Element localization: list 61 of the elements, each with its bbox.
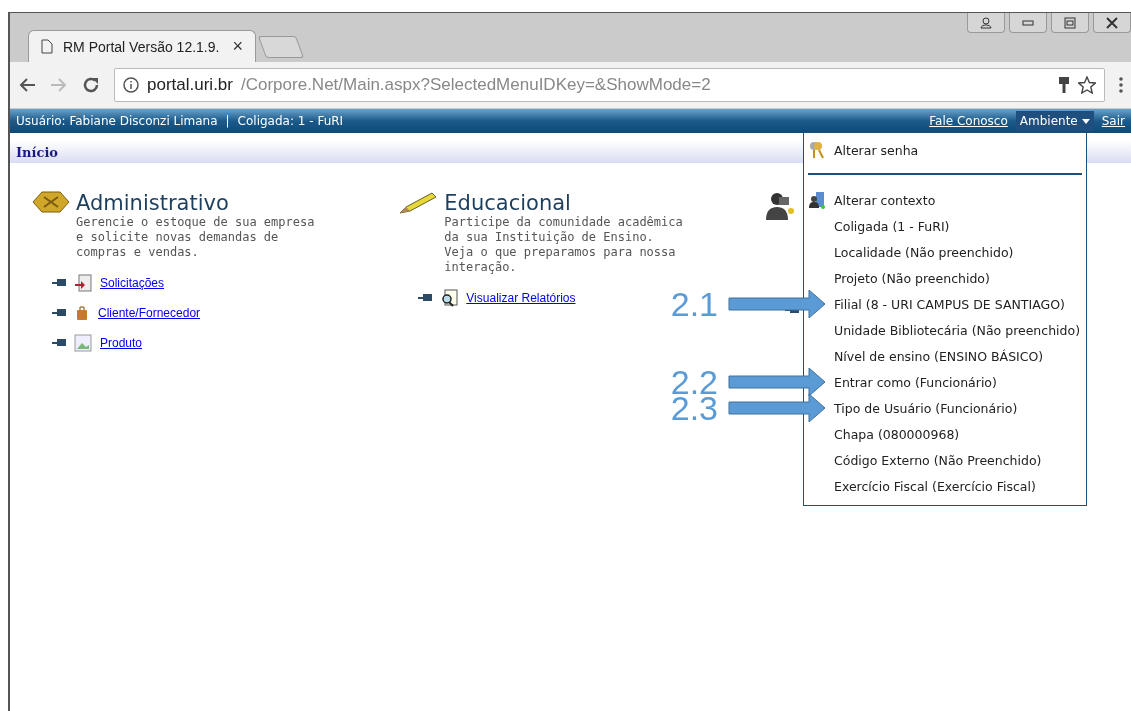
header-link[interactable]: Fale Conosco (929, 114, 1008, 128)
module-description: Participe da comunidade acadêmica da sua Instituição de Ensino. Veja o que preparamos para nossa interação. (444, 215, 684, 275)
address-bar[interactable]: portal.uri.br /Corpore.Net/Main.aspx?SelectedMenuIDKey=&ShowMode=2 (114, 68, 1105, 102)
module-link[interactable]: Solicitações (100, 276, 165, 290)
person-building-icon (808, 191, 826, 209)
menu-item[interactable]: Nível de ensino (ENSINO BÁSICO) (834, 348, 1044, 364)
annotation-number: 2.1 (670, 287, 718, 321)
close-icon (1106, 16, 1118, 29)
menu-item[interactable]: Localidade (Não preenchido) (834, 244, 1014, 260)
module-link[interactable]: Cliente/Fornecedor (98, 306, 201, 320)
close-window-button[interactable] (1093, 13, 1131, 33)
menu-item[interactable]: Coligada (1 - FuRI) (834, 218, 950, 234)
pin-icon (418, 294, 433, 302)
person-with-binoculars-icon (764, 191, 795, 221)
separator-text: | (225, 114, 230, 128)
module-description: Gerencie o estoque de sua empresa e solicite novas demandas de compras e vendas. (76, 215, 316, 260)
breadcrumb-text: Início (16, 144, 58, 160)
star-icon[interactable] (1078, 76, 1096, 94)
document-icon (41, 39, 53, 54)
caret-icon (1081, 118, 1090, 124)
minimize-button[interactable] (1009, 13, 1047, 33)
menu-item[interactable]: Entrar como (Funcionário) (834, 374, 997, 390)
info-icon (123, 77, 139, 93)
browser-tab[interactable]: RM Portal Versão 12.1.9. × (28, 30, 256, 62)
environment-menu-button[interactable]: Ambiente (1015, 111, 1094, 131)
back-button[interactable] (18, 76, 36, 94)
menu-item[interactable]: Alterar senha (834, 142, 919, 158)
maximize-icon (1064, 16, 1076, 29)
module-link[interactable]: Produto (100, 336, 143, 350)
header-link[interactable]: Sair (1101, 114, 1125, 128)
menu-item[interactable]: Alterar contexto (834, 192, 936, 208)
close-tab-button[interactable]: × (232, 36, 243, 57)
menu-item[interactable]: Código Externo (Não Preenchido) (834, 452, 1042, 468)
keys-icon (808, 141, 826, 159)
minimize-icon (1022, 19, 1034, 26)
module-title: Administrativo (76, 191, 230, 215)
module-link[interactable]: Visualizar Relatórios (466, 291, 576, 305)
reload-button[interactable] (82, 76, 100, 94)
profile-button[interactable] (967, 13, 1005, 33)
document-arrow-icon (74, 274, 92, 292)
tab-title: RM Portal Versão 12.1.9. (63, 38, 221, 55)
bag-icon (74, 305, 90, 321)
menu-item[interactable]: Tipo de Usuário (Funcionário) (834, 400, 1018, 416)
report-magnifier-icon (440, 289, 459, 307)
key-icon[interactable] (1058, 76, 1070, 94)
pin-icon (52, 309, 66, 317)
pin-icon (52, 339, 66, 347)
menu-item[interactable]: Chapa (080000968) (834, 426, 960, 442)
menu-item[interactable]: Projeto (Não preenchido) (834, 270, 990, 286)
menu-item[interactable]: Exercício Fiscal (Exercício Fiscal) (834, 478, 1036, 494)
menu-button[interactable] (1119, 77, 1123, 93)
pin-icon (52, 279, 66, 287)
diamond-logo-icon (32, 191, 70, 213)
person-icon (980, 16, 992, 29)
user-name: Usuário: Fabiane Disconzi Limana (16, 114, 218, 128)
menu-item[interactable]: Filial (8 - URI CAMPUS DE SANTIAGO) (834, 296, 1065, 312)
picture-icon (74, 334, 92, 352)
menu-item[interactable]: Unidade Bibliotecária (Não preenchido) (834, 322, 1081, 338)
module-title: Educacional (444, 191, 572, 215)
company-name: Coligada: 1 - FuRI (237, 114, 344, 128)
pencil-icon (398, 191, 439, 215)
